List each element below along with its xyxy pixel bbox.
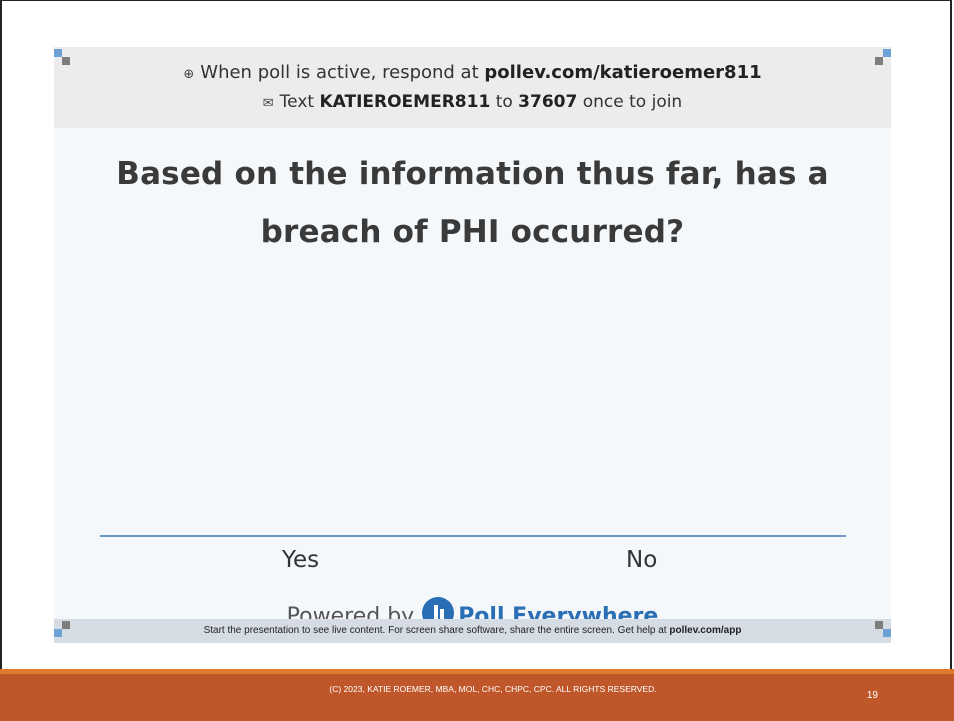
text-number: 37607 (518, 92, 578, 112)
corner-marker-top-right (875, 49, 891, 65)
poll-footer: Start the presentation to see live conte… (54, 619, 891, 643)
poll-embed: ⊕ When poll is active, respond at pollev.… (54, 47, 891, 643)
option-yes: Yes (282, 547, 320, 573)
text-instruction: ✉ Text KATIEROEMER811 to 37607 once to jo… (262, 92, 683, 112)
corner-marker-top-left (54, 49, 70, 65)
help-link[interactable]: pollev.com/app (669, 625, 741, 636)
respond-instruction: ⊕ When poll is active, respond at pollev.… (183, 62, 762, 83)
slide-number: 19 (866, 690, 878, 701)
copyright-text: (C) 2023, KATIE ROEMER, MBA, MOL, CHC, C… (329, 684, 657, 694)
text-code: KATIEROEMER811 (319, 92, 491, 112)
sms-icon: ✉ (262, 96, 274, 111)
globe-icon: ⊕ (183, 67, 195, 82)
corner-marker-bottom-left (54, 621, 70, 637)
poll-question: Based on the information thus far, has a… (116, 156, 829, 250)
poll-header: ⊕ When poll is active, respond at pollev.… (54, 47, 891, 128)
slide-footer-bar: (C) 2023, KATIE ROEMER, MBA, MOL, CHC, C… (0, 669, 954, 721)
corner-marker-bottom-right (875, 621, 891, 637)
option-no: No (626, 547, 658, 573)
poll-url[interactable]: pollev.com/katieroemer811 (484, 62, 761, 83)
results-baseline (100, 535, 846, 537)
